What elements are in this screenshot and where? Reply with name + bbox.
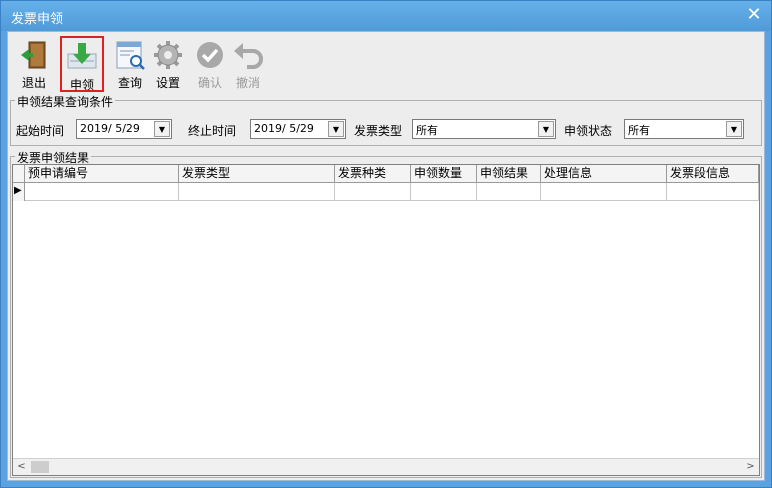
invoice-type-value: 所有 <box>416 124 438 137</box>
col-header-apply-qty[interactable]: 申领数量 <box>411 165 477 183</box>
cell-invoice-type[interactable] <box>179 183 335 201</box>
download-arrow-icon <box>67 43 97 69</box>
col-header-apply-result[interactable]: 申领结果 <box>477 165 541 183</box>
cell-process-info[interactable] <box>541 183 667 201</box>
apply-label: 申领 <box>69 78 94 92</box>
cell-apply-no[interactable] <box>25 183 179 201</box>
horizontal-scrollbar[interactable]: < > <box>13 458 759 475</box>
settings-button[interactable]: 设置 <box>146 36 190 92</box>
table-row[interactable]: ▶ <box>13 183 759 201</box>
undo-arrow-icon <box>234 43 263 69</box>
grid-header: 预申请编号 发票类型 发票种类 申领数量 申领结果 处理信息 发票段信息 <box>13 165 759 183</box>
search-document-icon <box>116 41 145 70</box>
undo-label: 撤消 <box>235 76 260 90</box>
toolbar: 退出 申领 查询 设置 确认 撤消 <box>8 32 764 96</box>
exit-label: 退出 <box>21 76 46 90</box>
apply-button[interactable]: 申领 <box>60 36 104 92</box>
scroll-left-icon[interactable]: < <box>13 459 30 475</box>
end-time-label: 终止时间 <box>188 124 237 138</box>
scroll-right-icon[interactable]: > <box>742 459 759 475</box>
title-bar[interactable]: 发票申领 ✕ <box>1 1 771 31</box>
end-date-dropdown-icon[interactable]: ▼ <box>328 121 344 137</box>
invoice-apply-window: 发票申领 ✕ 退出 申领 查询 设置 确认 撤消 申领结果查询条件 起始时间 2… <box>0 0 772 488</box>
exit-door-icon <box>21 41 46 69</box>
scroll-thumb[interactable] <box>31 461 49 473</box>
apply-status-value: 所有 <box>628 124 650 137</box>
col-header-process-info[interactable]: 处理信息 <box>541 165 667 183</box>
apply-status-select[interactable]: 所有 ▼ <box>624 119 744 139</box>
close-button[interactable]: ✕ <box>743 4 765 26</box>
client-area: 退出 申领 查询 设置 确认 撤消 申领结果查询条件 起始时间 2019/ 5/… <box>7 31 765 481</box>
end-date-value: 2019/ 5/29 <box>254 122 314 135</box>
start-date-dropdown-icon[interactable]: ▼ <box>154 121 170 137</box>
cell-segment-info[interactable] <box>667 183 759 201</box>
filter-group-title: 申领结果查询条件 <box>15 93 116 110</box>
check-circle-icon <box>197 42 223 68</box>
undo-button[interactable]: 撤消 <box>226 36 270 92</box>
col-header-invoice-kind[interactable]: 发票种类 <box>335 165 411 183</box>
cell-apply-result[interactable] <box>477 183 541 201</box>
window-title: 发票申领 <box>11 12 64 27</box>
col-header-apply-no[interactable]: 预申请编号 <box>25 165 179 183</box>
apply-status-label: 申领状态 <box>564 124 613 138</box>
gear-icon <box>154 41 182 69</box>
start-date-picker[interactable]: 2019/ 5/29 ▼ <box>76 119 172 139</box>
col-header-segment-info[interactable]: 发票段信息 <box>667 165 759 183</box>
invoice-type-label: 发票类型 <box>354 124 403 138</box>
row-indicator: ▶ <box>13 183 25 201</box>
current-row-icon: ▶ <box>14 185 22 196</box>
exit-button[interactable]: 退出 <box>12 36 56 92</box>
apply-status-dropdown-icon[interactable]: ▼ <box>726 121 742 137</box>
row-indicator-header <box>13 165 25 183</box>
start-time-label: 起始时间 <box>16 124 65 138</box>
end-date-picker[interactable]: 2019/ 5/29 ▼ <box>250 119 346 139</box>
col-header-invoice-type[interactable]: 发票类型 <box>179 165 335 183</box>
results-grid[interactable]: 预申请编号 发票类型 发票种类 申领数量 申领结果 处理信息 发票段信息 ▶ <… <box>12 164 760 476</box>
invoice-type-select[interactable]: 所有 ▼ <box>412 119 556 139</box>
cell-invoice-kind[interactable] <box>335 183 411 201</box>
start-date-value: 2019/ 5/29 <box>80 122 140 135</box>
invoice-type-dropdown-icon[interactable]: ▼ <box>538 121 554 137</box>
cell-apply-qty[interactable] <box>411 183 477 201</box>
settings-label: 设置 <box>155 76 180 90</box>
